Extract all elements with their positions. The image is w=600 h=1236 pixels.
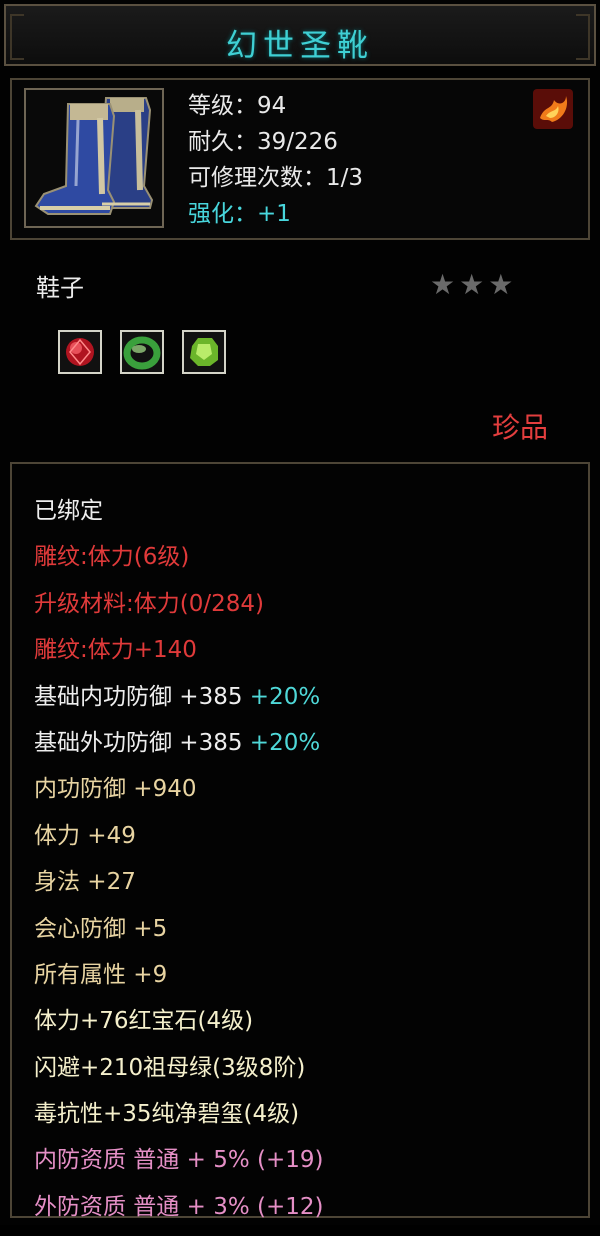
engrave-bonus-line: 雕纹:体力+140 [34,637,197,664]
item-category: 鞋子 [36,274,84,302]
base-outer-defense-line: 基础外功防御 +385 +20% [34,726,324,772]
item-tooltip: 幻世圣靴 等级：94 耐久：39/226 可修理次数：1/3 强化：+1 鞋子 … [0,0,600,1225]
all-attributes-line: 所有属性 +9 [34,961,168,988]
agility-line: 身法 +27 [34,869,136,896]
basic-stats: 等级：94 耐久：39/226 可修理次数：1/3 强化：+1 [188,88,363,232]
crit-defense-line: 会心防御 +5 [34,915,168,942]
red-ruby-gem-icon [58,330,102,374]
base-inner-defense-value: 基础内功防御 +385 [34,683,243,710]
gem-emerald-line: 闪避+210祖母绿(3级8阶) [34,1054,306,1081]
level-text: 等级：94 [188,93,287,119]
base-inner-defense-percent: +20% [249,683,321,710]
bound-status: 已绑定 [34,498,103,524]
outer-quality-line: 外防资质 普通 + 3% (+12) [34,1193,324,1220]
rarity-label: 珍品 [492,411,549,444]
green-emerald-gem-icon [182,330,226,374]
durability-text: 耐久：39/226 [188,129,338,155]
green-jade-ring-icon [120,330,164,374]
base-outer-defense-value: 基础外功防御 +385 [34,729,243,756]
item-title: 幻世圣靴 [226,28,374,64]
base-inner-defense-line: 基础内功防御 +385 +20% [34,680,324,726]
enhance-text: 强化：+1 [188,201,291,227]
attribute-list: 已绑定 雕纹:体力(6级) 升级材料:体力(0/284) 雕纹:体力+140 基… [34,494,324,1236]
title-bar: 幻世圣靴 [4,4,596,66]
upgrade-material-line: 升级材料:体力(0/284) [34,590,264,617]
blue-boots-icon [24,88,164,228]
inner-defense-line: 内功防御 +940 [34,776,197,803]
stamina-line: 体力 +49 [34,822,136,849]
repair-count-text: 可修理次数：1/3 [188,165,364,191]
gem-tourmaline-line: 毒抗性+35纯净碧玺(4级) [34,1101,300,1128]
inner-quality-line: 内防资质 普通 + 5% (+19) [34,1147,324,1174]
base-outer-defense-percent: +20% [249,729,321,756]
fire-emblem-icon [532,88,574,130]
star-rating: ★★★ [430,268,518,301]
engrave-line: 雕纹:体力(6级) [34,544,190,571]
gem-ruby-line: 体力+76红宝石(4级) [34,1008,254,1035]
